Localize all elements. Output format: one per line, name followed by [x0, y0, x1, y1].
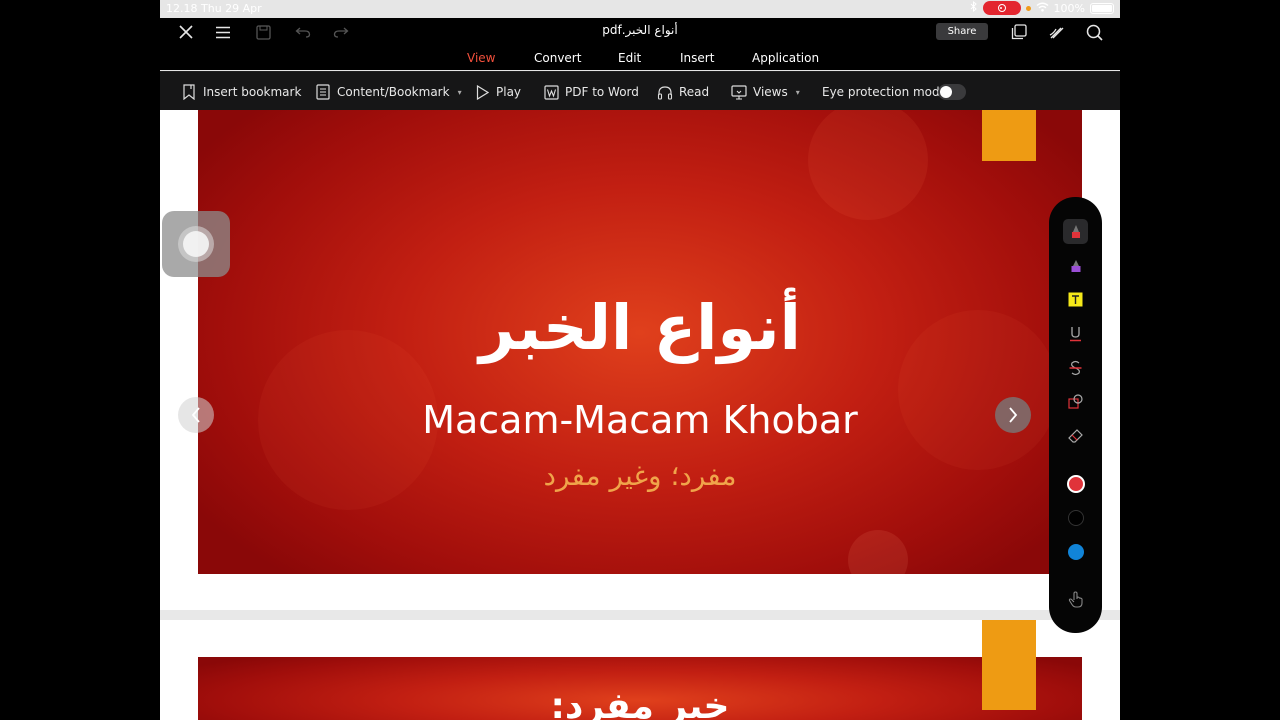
battery-icon — [1090, 2, 1114, 14]
slide-2-arabic-title: خبر مفرد: — [550, 686, 730, 720]
bokeh-decoration — [848, 530, 908, 574]
read-button[interactable]: Read — [657, 83, 709, 101]
bluetooth-icon — [970, 0, 978, 15]
views-label: Views — [753, 85, 788, 99]
hand-pointer-icon[interactable] — [1063, 587, 1088, 612]
slide-1: أنواع الخبر Macam-Macam Khobar مفرد؛ وغي… — [198, 110, 1082, 574]
purple-highlighter-icon[interactable] — [1063, 253, 1088, 278]
title-bar: أنواع الخبر.pdf Share — [160, 18, 1120, 46]
play-button[interactable]: Play — [474, 83, 521, 101]
bokeh-decoration — [808, 110, 928, 220]
content-bookmark-button[interactable]: Content/Bookmark ▾ — [315, 83, 462, 101]
document-viewport[interactable]: أنواع الخبر Macam-Macam Khobar مفرد؛ وغي… — [160, 110, 1120, 720]
chevron-left-icon — [191, 407, 200, 423]
tab-application[interactable]: Application — [752, 51, 819, 65]
play-label: Play — [496, 85, 522, 99]
pdf-to-word-button[interactable]: PDF to Word — [543, 83, 639, 101]
tab-convert[interactable]: Convert — [534, 51, 581, 65]
previous-page-button[interactable] — [178, 397, 214, 433]
search-icon[interactable] — [1084, 22, 1104, 42]
screen-recording-icon — [982, 1, 1021, 15]
slide-1-latin-title: Macam-Macam Khobar — [422, 398, 858, 442]
strikethrough-icon[interactable] — [1063, 355, 1088, 380]
pdf-reader-app: 12.18 Thu 29 Apr 100% أنواع الخبر.pdf Sh… — [160, 0, 1120, 720]
menu-tabs: View Convert Edit Insert Application — [160, 46, 1120, 70]
slide-1-orange-tab — [982, 110, 1036, 161]
color-red-swatch[interactable] — [1063, 471, 1088, 496]
eye-protection-toggle[interactable] — [938, 84, 966, 100]
views-button[interactable]: Views ▾ — [731, 83, 800, 101]
view-toolbar: Insert bookmark Content/Bookmark ▾ Play … — [160, 71, 1120, 110]
word-doc-icon — [543, 84, 559, 100]
underline-icon[interactable] — [1063, 321, 1088, 346]
read-label: Read — [679, 85, 710, 99]
eye-protection-label: Eye protection mode — [822, 85, 948, 99]
slide-2: خبر مفرد: — [198, 657, 1082, 720]
chevron-down-icon: ▾ — [795, 87, 800, 97]
share-button[interactable]: Share — [936, 23, 988, 40]
slide-1-arabic-subtitle: مفرد؛ وغير مفرد — [543, 459, 737, 492]
next-page-button[interactable] — [995, 397, 1031, 433]
page-1: أنواع الخبر Macam-Macam Khobar مفرد؛ وغي… — [160, 110, 1120, 610]
microphone-indicator-icon — [1025, 5, 1031, 11]
status-date: Thu 29 Apr — [201, 2, 262, 15]
red-pen-icon[interactable] — [1063, 219, 1088, 244]
outline-icon — [315, 84, 331, 100]
screen: 12.18 Thu 29 Apr 100% أنواع الخبر.pdf Sh… — [0, 0, 1280, 720]
status-time: 12.18 — [166, 2, 198, 15]
assistive-touch-button[interactable] — [162, 211, 230, 277]
multi-window-icon[interactable] — [1009, 22, 1029, 42]
shape-icon[interactable] — [1063, 389, 1088, 414]
color-black-swatch[interactable] — [1063, 505, 1088, 530]
play-icon — [474, 84, 490, 100]
text-box-icon[interactable] — [1063, 287, 1088, 312]
color-blue-swatch[interactable] — [1063, 539, 1088, 564]
tab-view[interactable]: View — [467, 51, 495, 65]
chevron-down-icon: ▾ — [457, 87, 462, 97]
eraser-icon[interactable] — [1063, 423, 1088, 448]
bookmark-add-icon — [181, 84, 197, 100]
pdf-to-word-label: PDF to Word — [565, 85, 639, 99]
battery-percentage: 100% — [1053, 1, 1085, 15]
slide-1-arabic-title: أنواع الخبر — [479, 291, 801, 364]
chevron-right-icon — [1009, 407, 1018, 423]
views-icon — [731, 84, 747, 100]
slide-2-orange-tab — [982, 620, 1036, 710]
annotation-palette — [1049, 197, 1102, 633]
page-2: خبر مفرد: — [160, 620, 1120, 720]
insert-bookmark-label: Insert bookmark — [203, 85, 302, 99]
pen-annotate-icon[interactable] — [1047, 22, 1067, 42]
tab-insert[interactable]: Insert — [680, 51, 714, 65]
status-right: 100% — [970, 0, 1114, 15]
wifi-icon — [1036, 2, 1049, 15]
headphones-icon — [657, 84, 673, 100]
content-bookmark-label: Content/Bookmark — [337, 85, 450, 99]
insert-bookmark-button[interactable]: Insert bookmark — [181, 83, 301, 101]
tab-edit[interactable]: Edit — [618, 51, 641, 65]
status-bar: 12.18 Thu 29 Apr 100% — [160, 0, 1120, 18]
